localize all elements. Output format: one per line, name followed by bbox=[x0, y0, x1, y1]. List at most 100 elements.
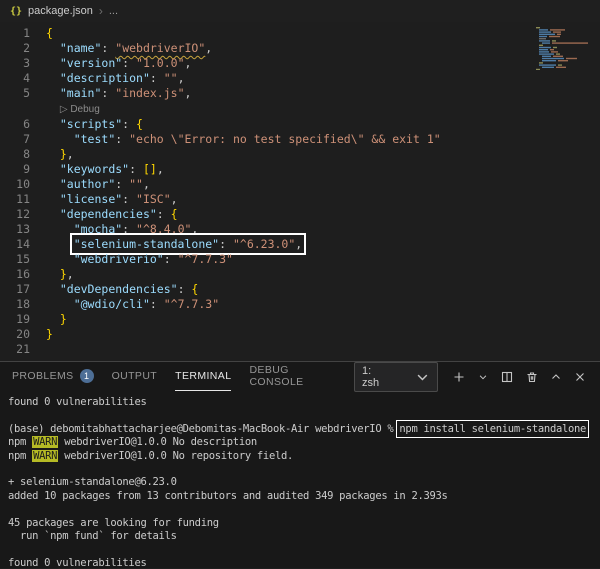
line-number[interactable]: 16 bbox=[0, 267, 46, 282]
line-number[interactable]: 15 bbox=[0, 252, 46, 267]
line-number[interactable]: 17 bbox=[0, 282, 46, 297]
line-number[interactable]: 4 bbox=[0, 71, 46, 86]
line-number[interactable]: 10 bbox=[0, 177, 46, 192]
editor-code: 1{2 "name": "webdriverIO", 3 "version": "… bbox=[0, 26, 600, 357]
editor[interactable]: 1{2 "name": "webdriverIO", 3 "version": "… bbox=[0, 22, 600, 361]
code-line[interactable]: 2 "name": "webdriverIO", bbox=[0, 41, 600, 56]
split-terminal-button[interactable] bbox=[500, 369, 515, 385]
panel-tab-bar: PROBLEMS 1 OUTPUT TERMINAL DEBUG CONSOLE 1: … bbox=[0, 361, 600, 392]
line-content: "devDependencies": { bbox=[59, 282, 199, 296]
line-content: }, bbox=[59, 147, 74, 161]
panel-tab-output[interactable]: OUTPUT bbox=[112, 362, 158, 391]
line-number[interactable]: 19 bbox=[0, 312, 46, 327]
new-terminal-button[interactable] bbox=[451, 369, 466, 385]
line-number[interactable]: 6 bbox=[0, 117, 46, 132]
line-number[interactable]: 2 bbox=[0, 41, 46, 56]
line-number[interactable]: 8 bbox=[0, 147, 46, 162]
code-line[interactable]: 16 }, bbox=[0, 267, 600, 282]
code-line[interactable]: 15 "webdriverio": "^7.7.3" bbox=[0, 252, 600, 267]
terminal-picker-chevron-icon[interactable] bbox=[476, 369, 491, 385]
line-number[interactable]: 11 bbox=[0, 192, 46, 207]
npm-warn-badge: WARN bbox=[32, 436, 59, 449]
terminal-output[interactable]: found 0 vulnerabilities (base) debomitab… bbox=[0, 391, 600, 569]
code-line[interactable]: 21 bbox=[0, 342, 600, 357]
terminal-line: found 0 vulnerabilities bbox=[8, 556, 147, 569]
breadcrumb-more[interactable]: ... bbox=[109, 5, 118, 17]
highlight-box: "selenium-standalone": "^6.23.0", bbox=[69, 233, 307, 255]
line-content: } bbox=[59, 312, 67, 326]
panel-tab-debug-console[interactable]: DEBUG CONSOLE bbox=[249, 362, 336, 391]
code-line[interactable]: 4 "description": "", bbox=[0, 71, 600, 86]
code-line[interactable]: 13 "mocha": "^8.4.0", bbox=[0, 222, 600, 237]
terminal-shell-label: 1: zsh bbox=[362, 364, 380, 389]
problems-count-badge: 1 bbox=[79, 369, 94, 383]
line-content: "main": "index.js", bbox=[59, 86, 192, 100]
line-number[interactable]: 18 bbox=[0, 297, 46, 312]
terminal-line: added 10 packages from 13 contributors a… bbox=[8, 489, 448, 502]
code-line[interactable]: 1{ bbox=[0, 26, 600, 41]
bottom-panel: PROBLEMS 1 OUTPUT TERMINAL DEBUG CONSOLE 1: … bbox=[0, 361, 600, 569]
terminal-line: (base) debomitabhattacharjee@Debomitas-M… bbox=[8, 419, 590, 438]
line-content: { bbox=[46, 26, 53, 40]
line-content: "@wdio/cli": "^7.7.3" bbox=[73, 297, 220, 311]
panel-tab-label: DEBUG CONSOLE bbox=[249, 364, 304, 388]
code-line[interactable]: 17 "devDependencies": { bbox=[0, 282, 600, 297]
code-line[interactable]: 19 } bbox=[0, 312, 600, 327]
line-number[interactable]: 7 bbox=[0, 132, 46, 147]
code-line[interactable]: 20} bbox=[0, 327, 600, 342]
breadcrumb-file[interactable]: package.json bbox=[28, 5, 93, 17]
line-content: "test": "echo \"Error: no test specified… bbox=[73, 132, 441, 146]
breadcrumb: {} package.json › ... bbox=[0, 0, 600, 22]
line-number[interactable]: 14 bbox=[0, 237, 46, 252]
terminal-line: found 0 vulnerabilities bbox=[8, 396, 147, 408]
code-line[interactable]: 18 "@wdio/cli": "^7.7.3" bbox=[0, 297, 600, 312]
line-number[interactable]: 1 bbox=[0, 26, 46, 41]
line-content: "license": "ISC", bbox=[59, 192, 178, 206]
breadcrumb-separator-icon: › bbox=[98, 4, 103, 18]
minimap-preview bbox=[536, 27, 588, 71]
line-number[interactable] bbox=[0, 101, 46, 117]
code-line[interactable]: 5 "main": "index.js", bbox=[0, 86, 600, 101]
line-content: ▷ Debug bbox=[59, 104, 100, 115]
line-number[interactable]: 9 bbox=[0, 162, 46, 177]
npm-warn-badge: WARN bbox=[32, 449, 59, 462]
kill-terminal-button[interactable] bbox=[524, 369, 539, 385]
maximize-panel-button[interactable] bbox=[548, 369, 563, 385]
command-highlight-box: npm install selenium-standalone bbox=[396, 419, 590, 438]
panel-tab-problems[interactable]: PROBLEMS 1 bbox=[12, 362, 94, 391]
panel-tab-terminal[interactable]: TERMINAL bbox=[175, 362, 232, 391]
code-line[interactable]: 12 "dependencies": { bbox=[0, 207, 600, 222]
line-number[interactable]: 13 bbox=[0, 222, 46, 237]
minimap[interactable] bbox=[534, 26, 598, 74]
code-line[interactable]: 11 "license": "ISC", bbox=[0, 192, 600, 207]
line-number[interactable]: 3 bbox=[0, 56, 46, 71]
code-line[interactable]: 7 "test": "echo \"Error: no test specifi… bbox=[0, 132, 600, 147]
line-content: "description": "", bbox=[59, 71, 185, 85]
terminal-shell-dropdown[interactable]: 1: zsh bbox=[354, 361, 439, 392]
line-number[interactable]: 5 bbox=[0, 86, 46, 101]
line-number[interactable]: 21 bbox=[0, 342, 46, 357]
code-line[interactable]: 10 "author": "", bbox=[0, 177, 600, 192]
code-line[interactable]: 14 "selenium-standalone": "^6.23.0", bbox=[0, 233, 600, 255]
terminal-line: npm WARN webdriverIO@1.0.0 No descriptio… bbox=[8, 436, 257, 449]
code-line[interactable]: 8 }, bbox=[0, 147, 600, 162]
panel-tab-label: PROBLEMS bbox=[12, 370, 74, 382]
code-line[interactable]: 6 "scripts": { bbox=[0, 117, 600, 132]
line-content: "version": "1.0.0", bbox=[59, 56, 192, 70]
line-content: } bbox=[46, 327, 53, 341]
line-content: "author": "", bbox=[59, 177, 150, 191]
line-content: }, bbox=[59, 267, 74, 281]
code-line[interactable]: 3 "version": "1.0.0", bbox=[0, 56, 600, 71]
line-number[interactable]: 12 bbox=[0, 207, 46, 222]
close-panel-button[interactable] bbox=[573, 369, 588, 385]
line-content: "webdriverio": "^7.7.3" bbox=[73, 252, 233, 266]
code-line[interactable]: 9 "keywords": [], bbox=[0, 162, 600, 177]
panel-tab-label: TERMINAL bbox=[175, 370, 232, 382]
line-content: "mocha": "^8.4.0", bbox=[73, 222, 199, 236]
codelens-line[interactable]: ▷ Debug bbox=[0, 101, 600, 117]
line-number[interactable]: 20 bbox=[0, 327, 46, 342]
panel-tab-label: OUTPUT bbox=[111, 370, 158, 382]
